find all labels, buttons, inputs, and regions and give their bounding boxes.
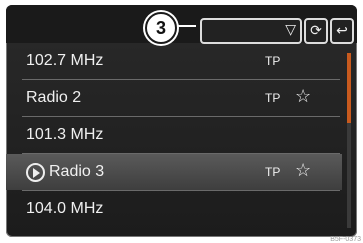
triangle-down-icon: ▽	[285, 21, 296, 37]
station-label: 102.7 MHz	[26, 52, 104, 69]
station-row[interactable]: 101.3 MHz	[6, 117, 342, 153]
tp-indicator: TP	[265, 165, 281, 179]
figure-code: B5F-0373	[330, 236, 361, 243]
station-label: 104.0 MHz	[26, 200, 104, 217]
tp-indicator: TP	[265, 54, 281, 68]
top-bar: ▽ ⟳ ↩	[6, 5, 357, 44]
back-icon: ↩	[336, 22, 348, 38]
callout-number: 3	[145, 12, 177, 44]
source-dropdown[interactable]: ▽	[200, 18, 302, 44]
scrollbar-thumb[interactable]	[347, 53, 351, 123]
tp-indicator: TP	[265, 91, 281, 105]
station-label: Radio 2	[26, 89, 82, 106]
play-icon	[26, 163, 45, 182]
star-icon[interactable]: ☆	[295, 160, 311, 181]
refresh-icon: ⟳	[310, 22, 322, 38]
station-label: 101.3 MHz	[26, 126, 104, 143]
station-row[interactable]: 102.7 MHz TP	[6, 43, 342, 79]
back-button[interactable]: ↩	[330, 18, 354, 44]
star-icon[interactable]: ☆	[295, 86, 311, 107]
station-row-selected[interactable]: Radio 3 TP ☆	[6, 154, 342, 190]
refresh-button[interactable]: ⟳	[304, 18, 328, 44]
station-row[interactable]: 104.0 MHz	[6, 191, 342, 227]
radio-screen: ▽ ⟳ ↩ 102.7 MHz TP Radio 2 TP ☆ 101.3 MH…	[6, 5, 357, 237]
callout-leader-line	[176, 25, 196, 27]
station-label: Radio 3	[49, 163, 105, 180]
station-row[interactable]: Radio 2 TP ☆	[6, 80, 342, 116]
